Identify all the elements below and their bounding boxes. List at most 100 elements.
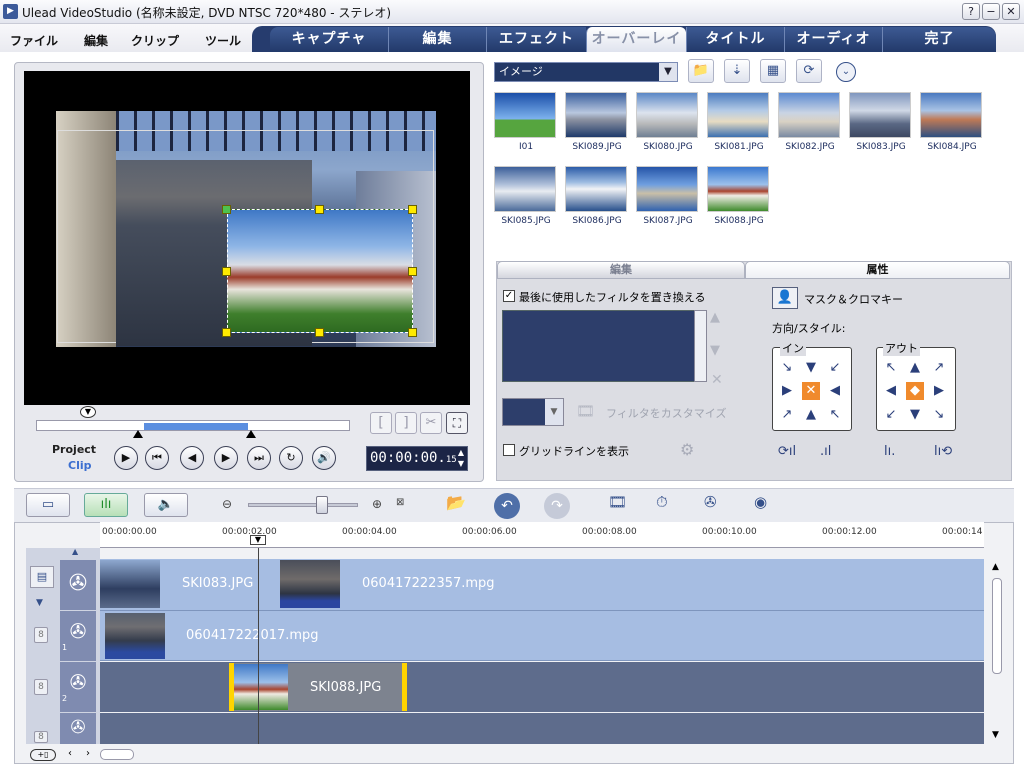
- arrow-nw-icon[interactable]: ↘: [780, 361, 794, 375]
- library-item[interactable]: SKI086.JPG: [565, 166, 629, 232]
- arrow-se-icon[interactable]: ↘: [932, 408, 946, 422]
- playhead-marker[interactable]: ▼: [80, 406, 96, 418]
- fit-to-window-icon[interactable]: ⊠: [396, 497, 404, 508]
- tab-attribute-options[interactable]: 属性: [745, 261, 1010, 279]
- repeat-button[interactable]: ↻: [279, 446, 303, 470]
- title-track-toggle[interactable]: 8: [34, 731, 48, 743]
- library-item[interactable]: SKI084.JPG: [920, 92, 984, 158]
- sort-button[interactable]: ⇣: [724, 59, 750, 83]
- arrow-e-icon[interactable]: ◀: [828, 384, 842, 398]
- arrow-sw-icon[interactable]: ↗: [780, 408, 794, 422]
- move-up-button[interactable]: ▲: [710, 310, 720, 325]
- storyboard-view-button[interactable]: ▭: [26, 493, 70, 517]
- vertical-scroll-thumb[interactable]: [992, 578, 1002, 674]
- resize-handle-nw[interactable]: [222, 205, 231, 214]
- trim-start-marker[interactable]: [133, 430, 143, 438]
- library-item[interactable]: I01: [494, 92, 558, 158]
- arrow-n-icon[interactable]: ▼: [804, 361, 818, 375]
- title-track[interactable]: [100, 713, 984, 744]
- close-button[interactable]: ✕: [1002, 3, 1020, 20]
- arrow-center-icon[interactable]: ◆: [906, 382, 924, 400]
- overlay-house-image[interactable]: [227, 209, 413, 333]
- tab-effect[interactable]: エフェクト: [486, 27, 586, 52]
- timeline-playhead-line[interactable]: [258, 548, 259, 744]
- timeline-view-button[interactable]: ılı: [84, 493, 128, 517]
- split-clip-button[interactable]: ✂: [420, 412, 442, 434]
- resize-handle-n[interactable]: [315, 205, 324, 214]
- arrow-w-icon[interactable]: ▶: [780, 384, 794, 398]
- track-add-button[interactable]: +▯: [30, 749, 56, 761]
- smart-proxy-button[interactable]: 🎞: [608, 493, 634, 519]
- gridline-options-button[interactable]: ⚙: [680, 440, 706, 464]
- library-expand-button[interactable]: ⌄: [836, 62, 856, 82]
- help-button[interactable]: ?: [962, 3, 980, 20]
- menu-file[interactable]: ファイル: [10, 32, 58, 49]
- arrow-se-icon[interactable]: ↖: [828, 408, 842, 422]
- home-button[interactable]: ⏮: [145, 446, 169, 470]
- filter-list[interactable]: [502, 310, 696, 382]
- zoom-slider-thumb[interactable]: [316, 496, 328, 514]
- library-item[interactable]: SKI088.JPG: [707, 166, 771, 232]
- library-item[interactable]: SKI087.JPG: [636, 166, 700, 232]
- zoom-out-icon[interactable]: ⊖: [222, 497, 232, 511]
- prev-frame-button[interactable]: ◀: [180, 446, 204, 470]
- zoom-slider[interactable]: [248, 503, 358, 507]
- customize-filter-button[interactable]: 🎞: [576, 402, 602, 424]
- library-item[interactable]: SKI082.JPG: [778, 92, 842, 158]
- view-options-button[interactable]: ▦: [760, 59, 786, 83]
- arrow-ne-icon[interactable]: ↗: [932, 361, 946, 375]
- clip-mode-label[interactable]: Clip: [68, 459, 92, 472]
- filter-list-scrollbar[interactable]: [694, 310, 707, 382]
- scroll-left-icon[interactable]: ‹: [68, 748, 72, 759]
- arrow-center-icon[interactable]: ✕: [802, 382, 820, 400]
- arrow-s-icon[interactable]: ▼: [908, 408, 922, 422]
- scroll-up-arrow[interactable]: ▲: [72, 547, 78, 556]
- move-down-button[interactable]: ▼: [710, 343, 720, 358]
- tab-overlay[interactable]: オーバーレイ: [586, 27, 686, 52]
- next-frame-button[interactable]: ▶: [214, 446, 238, 470]
- remove-filter-button[interactable]: ✕: [711, 372, 723, 388]
- trim-end-marker[interactable]: [246, 430, 256, 438]
- audio-view-button[interactable]: 🔈: [144, 493, 188, 517]
- chapter-button[interactable]: ⏱: [656, 493, 682, 519]
- resize-handle-w[interactable]: [222, 267, 231, 276]
- overlay-track-1-toggle[interactable]: 8: [34, 627, 48, 643]
- overlay-clip-1-thumbnail[interactable]: [105, 613, 165, 659]
- ruler-playhead[interactable]: ▼: [250, 535, 266, 545]
- open-folder-button[interactable]: 📁: [688, 59, 714, 83]
- mark-out-button[interactable]: ]: [395, 412, 417, 434]
- tab-edit[interactable]: 編集: [388, 27, 486, 52]
- mark-in-button[interactable]: [: [370, 412, 392, 434]
- surround-mixer-button[interactable]: ◉: [754, 493, 780, 519]
- play-button[interactable]: ▶: [114, 446, 138, 470]
- gridline-checkbox[interactable]: [503, 444, 515, 456]
- library-refresh-button[interactable]: ⟳: [796, 59, 822, 83]
- library-item[interactable]: SKI089.JPG: [565, 92, 629, 158]
- menu-edit[interactable]: 編集: [84, 32, 108, 49]
- end-button[interactable]: ⏭: [247, 446, 271, 470]
- fade-out-rotate-button[interactable]: lı⟲: [934, 444, 952, 459]
- scroll-down-icon[interactable]: ▼: [992, 730, 999, 740]
- preset-dropdown[interactable]: ▼: [502, 398, 564, 426]
- redo-button[interactable]: ↷: [544, 493, 570, 519]
- arrow-nw-icon[interactable]: ↖: [884, 361, 898, 375]
- scroll-right-icon[interactable]: ›: [86, 748, 90, 759]
- fade-in-button[interactable]: .ıl: [820, 444, 831, 459]
- zoom-in-icon[interactable]: ⊕: [372, 497, 382, 511]
- menu-clip[interactable]: クリップ: [131, 32, 179, 49]
- resize-handle-sw[interactable]: [222, 328, 231, 337]
- timecode-spin-up[interactable]: ▲: [456, 448, 466, 458]
- minimize-button[interactable]: −: [982, 3, 1000, 20]
- project-mode-label[interactable]: Project: [52, 443, 96, 456]
- video-track-toggle[interactable]: ▤: [30, 566, 54, 588]
- resize-handle-s[interactable]: [315, 328, 324, 337]
- resize-handle-e[interactable]: [408, 267, 417, 276]
- timecode-display[interactable]: 00:00:00.15: [366, 446, 468, 471]
- menu-tools[interactable]: ツール: [205, 32, 241, 49]
- arrow-s-icon[interactable]: ▲: [804, 408, 818, 422]
- library-item[interactable]: SKI085.JPG: [494, 166, 558, 232]
- tab-edit-options[interactable]: 編集: [497, 261, 745, 279]
- library-category-dropdown[interactable]: イメージ ▼: [494, 62, 678, 82]
- arrow-sw-icon[interactable]: ↙: [884, 408, 898, 422]
- video-clip-thumbnail[interactable]: [100, 560, 160, 608]
